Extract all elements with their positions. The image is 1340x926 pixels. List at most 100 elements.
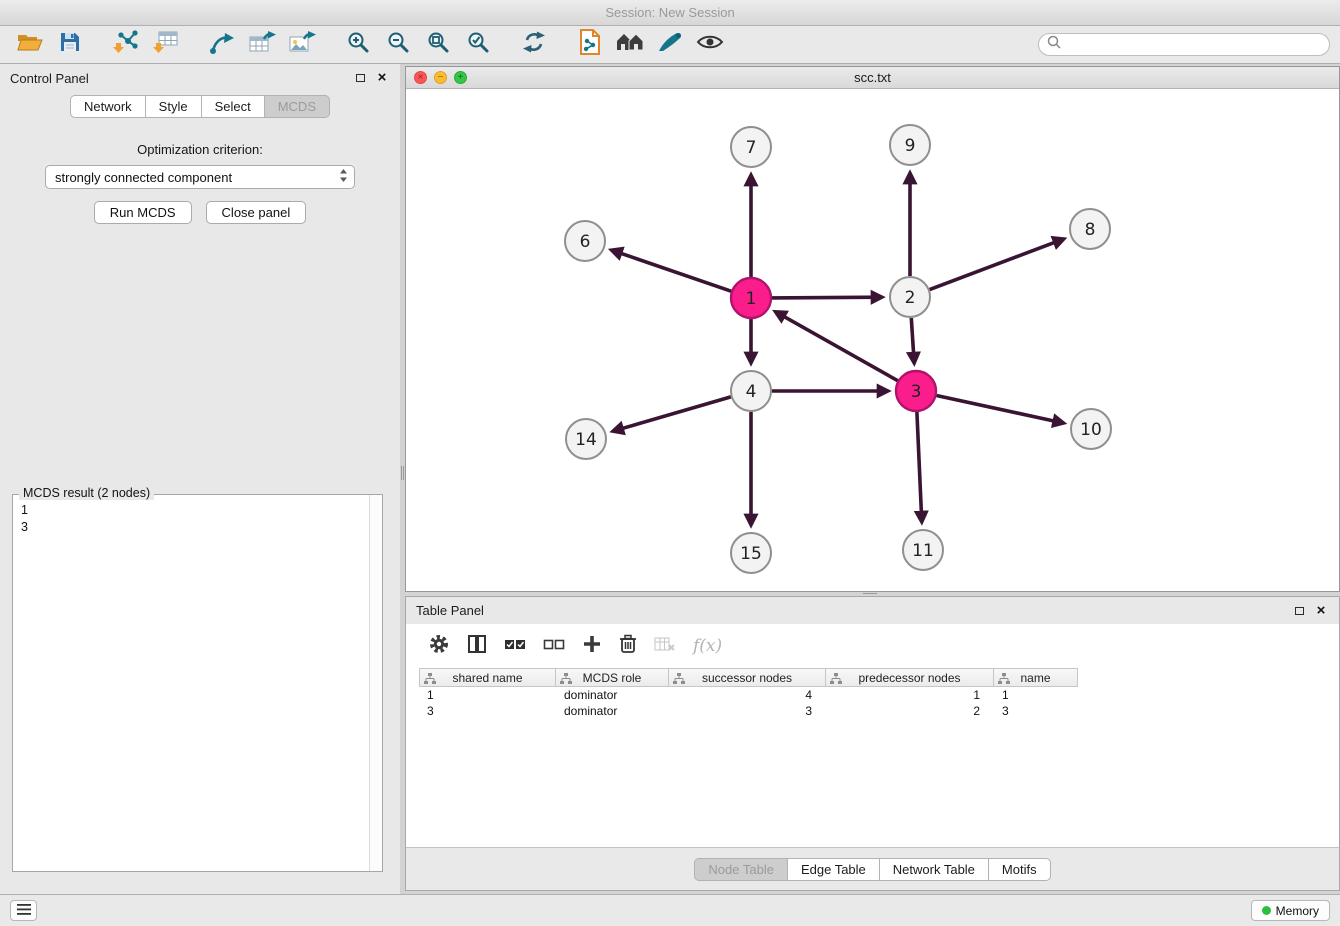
home-view-button[interactable] — [610, 29, 650, 61]
svg-text:1: 1 — [746, 289, 757, 309]
edge-1-6[interactable] — [612, 250, 732, 291]
tab-style[interactable]: Style — [145, 95, 202, 118]
column-header-name[interactable]: name — [993, 668, 1078, 687]
edge-4-14[interactable] — [613, 397, 731, 431]
table-cell[interactable]: 3 — [419, 703, 556, 719]
delete-table-button — [654, 635, 676, 658]
zoom-fit-icon — [426, 30, 450, 59]
save-session-button[interactable] — [50, 29, 90, 61]
network-canvas[interactable]: 7 9 6 8 1 2 4 3 10 14 15 11 — [406, 89, 1337, 590]
column-header-successor-nodes[interactable]: successor nodes — [668, 668, 826, 687]
run-mcds-button[interactable]: Run MCDS — [94, 201, 192, 224]
edge-2-3[interactable] — [911, 318, 914, 363]
table-cell[interactable]: 3 — [669, 703, 826, 719]
node-3[interactable]: 3 — [896, 371, 936, 411]
tab-mcds[interactable]: MCDS — [264, 95, 330, 118]
table-settings-button[interactable] — [428, 633, 450, 660]
edge-3-11[interactable] — [917, 412, 922, 522]
column-header-predecessor-nodes[interactable]: predecessor nodes — [825, 668, 994, 687]
table-cell[interactable]: dominator — [556, 703, 669, 719]
tab-network[interactable]: Network — [70, 95, 146, 118]
node-14[interactable]: 14 — [566, 419, 606, 459]
column-header-filler — [1078, 668, 1331, 687]
close-panel-icon[interactable]: × — [374, 70, 390, 86]
tab-edge-table[interactable]: Edge Table — [787, 858, 880, 881]
node-11[interactable]: 11 — [903, 530, 943, 570]
close-panel-button[interactable]: Close panel — [206, 201, 307, 224]
delete-table-icon — [654, 635, 676, 658]
export-network-button[interactable] — [202, 29, 242, 61]
zoom-out-button[interactable] — [378, 29, 418, 61]
table-header-row: shared nameMCDS rolesuccessor nodesprede… — [419, 668, 1331, 687]
zoom-in-button[interactable] — [338, 29, 378, 61]
gear-icon — [428, 633, 450, 660]
float-panel-icon[interactable] — [352, 70, 368, 86]
node-9[interactable]: 9 — [890, 125, 930, 165]
table-cell[interactable]: 1 — [994, 687, 1078, 703]
add-column-button[interactable] — [582, 634, 602, 659]
edge-3-1[interactable] — [775, 312, 897, 381]
show-hide-graphics-button[interactable] — [690, 29, 730, 61]
zoom-selected-button[interactable] — [458, 29, 498, 61]
apply-layout-button[interactable] — [514, 29, 554, 61]
table-cell[interactable]: dominator — [556, 687, 669, 703]
node-4[interactable]: 4 — [731, 371, 771, 411]
table-row[interactable]: 3dominator323 — [419, 703, 1331, 719]
window-minimize-icon[interactable]: − — [434, 71, 447, 84]
node-2[interactable]: 2 — [890, 277, 930, 317]
table-cell[interactable]: 3 — [994, 703, 1078, 719]
column-header-MCDS-role[interactable]: MCDS role — [555, 668, 669, 687]
open-file-button[interactable] — [10, 29, 50, 61]
node-15[interactable]: 15 — [731, 533, 771, 573]
network-view-window: × − + scc.txt 7968124310141511 — [405, 66, 1340, 592]
control-panel: Control Panel × NetworkStyleSelectMCDS O… — [0, 64, 400, 894]
window-zoom-icon[interactable]: + — [454, 71, 467, 84]
column-header-shared-name[interactable]: shared name — [419, 668, 556, 687]
delete-column-button[interactable] — [619, 634, 637, 659]
optimization-criterion-select[interactable]: strongly connected component — [45, 165, 355, 189]
table-row[interactable]: 1dominator411 — [419, 687, 1331, 703]
show-columns-button[interactable] — [467, 634, 487, 659]
memory-button[interactable]: Memory — [1251, 900, 1330, 921]
search-input[interactable] — [1066, 38, 1321, 52]
tab-network-table[interactable]: Network Table — [879, 858, 989, 881]
result-scrollbar[interactable] — [369, 495, 382, 871]
apply-style-button[interactable] — [650, 29, 690, 61]
svg-text:15: 15 — [740, 544, 762, 564]
tab-motifs[interactable]: Motifs — [988, 858, 1051, 881]
search-icon — [1047, 35, 1061, 54]
attribute-type-icon — [424, 673, 436, 687]
export-image-button[interactable] — [282, 29, 322, 61]
table-cell[interactable]: 1 — [826, 687, 994, 703]
zoom-fit-button[interactable] — [418, 29, 458, 61]
tab-select[interactable]: Select — [201, 95, 265, 118]
node-7[interactable]: 7 — [731, 127, 771, 167]
status-bar: Memory — [0, 894, 1340, 926]
table-cell[interactable]: 4 — [669, 687, 826, 703]
node-6[interactable]: 6 — [565, 221, 605, 261]
network-file-button[interactable] — [570, 29, 610, 61]
export-table-button[interactable] — [242, 29, 282, 61]
table-cell[interactable]: 2 — [826, 703, 994, 719]
import-table-button[interactable] — [146, 29, 186, 61]
dropdown-stepper-icon — [339, 168, 348, 186]
table-panel: Table Panel × f(x) shared nameMCDS roles… — [405, 596, 1340, 891]
vertical-splitter[interactable] — [400, 64, 405, 894]
horizontal-splitter[interactable] — [405, 592, 1340, 596]
import-network-button[interactable] — [106, 29, 146, 61]
edge-3-10[interactable] — [937, 396, 1064, 424]
node-10[interactable]: 10 — [1071, 409, 1111, 449]
float-table-panel-icon[interactable] — [1291, 603, 1307, 619]
table-cell[interactable]: 1 — [419, 687, 556, 703]
tab-node-table[interactable]: Node Table — [694, 858, 788, 881]
deselect-all-button[interactable] — [543, 637, 565, 656]
table-panel-title: Table Panel — [416, 603, 1285, 618]
select-all-button[interactable] — [504, 637, 526, 656]
edge-2-8[interactable] — [930, 239, 1064, 290]
close-table-panel-icon[interactable]: × — [1313, 603, 1329, 619]
node-8[interactable]: 8 — [1070, 209, 1110, 249]
menu-button[interactable] — [10, 900, 37, 921]
edge-1-2[interactable] — [772, 297, 882, 298]
window-close-icon[interactable]: × — [414, 71, 427, 84]
node-1[interactable]: 1 — [731, 278, 771, 318]
